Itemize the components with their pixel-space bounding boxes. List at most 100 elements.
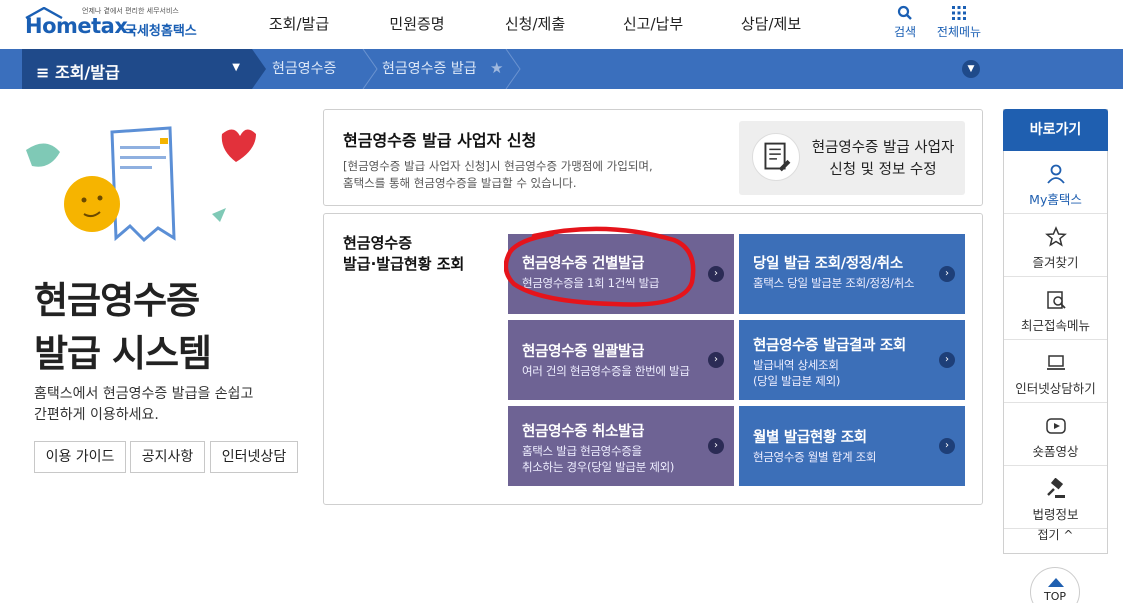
breadcrumb-separator-icon (252, 49, 266, 89)
category-dropdown[interactable]: ≡ 조회/발급 ▼ (22, 49, 252, 89)
tile-title: 현금영수증 건별발급 (522, 256, 645, 272)
category-dropdown-label: ≡ 조회/발급 (36, 63, 120, 82)
user-guide-button[interactable]: 이용 가이드 (34, 441, 126, 473)
search-icon (897, 5, 912, 20)
business-apply-desc-line2: 홈택스를 통해 현금영수증을 발급할 수 있습니다. (343, 176, 577, 190)
business-apply-action-line1: 현금영수증 발급 사업자 (811, 140, 955, 156)
quick-links-fold-button[interactable]: 접기 ^ (1004, 526, 1107, 543)
tile-desc: 홈택스 당일 발급분 조회/정정/취소 (753, 275, 914, 291)
issue-panel-title: 현금영수증 발급·발급현황 조회 (343, 233, 464, 275)
nav-item-report[interactable]: 신고/납부 (594, 0, 712, 49)
logo-sub: 국세청홈택스 (125, 24, 197, 39)
tile-issue-result[interactable]: 현금영수증 발급결과 조회 발급내역 상세조회 (당일 발급분 제외) › (739, 320, 965, 400)
business-apply-desc-line1: [현금영수증 발급 사업자 신청]시 현금영수증 가맹점에 가입되며, (343, 159, 653, 173)
nav-item-apply[interactable]: 신청/제출 (476, 0, 594, 49)
hometax-logo[interactable]: 언제나 곁에서 편리한 세무서비스 Hometax. 국세청홈택스 (22, 4, 212, 44)
chevron-right-icon: › (939, 438, 955, 454)
tile-desc: 여러 건의 현금영수증을 한번에 발급 (522, 363, 690, 379)
tile-desc-line1: 홈택스 당일 발급분 조회/정정/취소 (753, 276, 915, 290)
tile-desc: 발급내역 상세조회 (당일 발급분 제외) (753, 357, 840, 389)
chevron-right-icon: › (708, 352, 724, 368)
logo-brand: Hometax. (25, 14, 135, 38)
top-header: 언제나 곁에서 편리한 세무서비스 Hometax. 국세청홈택스 조회/발급 … (0, 0, 1123, 49)
quick-link-label: 즐겨찾기 (1032, 255, 1079, 270)
quick-link-internet-consult[interactable]: 인터넷상담하기 (1004, 340, 1107, 403)
business-apply-panel: 현금영수증 발급 사업자 신청 [현금영수증 발급 사업자 신청]시 현금영수증… (323, 109, 983, 206)
quick-link-label: 최근접속메뉴 (1020, 318, 1090, 333)
breadcrumb-item-receipt[interactable]: 현금영수증 (272, 49, 336, 89)
business-apply-title: 현금영수증 발급 사업자 신청 (343, 131, 537, 150)
quick-link-label: 숏폼영상 (1032, 444, 1079, 459)
tile-title: 월별 발급현황 조회 (753, 430, 867, 446)
chevron-right-icon: › (939, 352, 955, 368)
quick-link-label: 법령정보 (1032, 507, 1079, 522)
chevron-down-icon: ▼ (232, 62, 240, 73)
quick-link-shorts[interactable]: 숏폼영상 (1004, 403, 1107, 466)
search-button[interactable]: 검색 (877, 4, 933, 40)
tile-desc-line1: 발급내역 상세조회 (753, 358, 839, 372)
quick-link-law-info[interactable]: 법령정보 (1004, 466, 1107, 529)
page-title: 현금영수증 발급 시스템 (34, 274, 212, 380)
expand-circle-icon[interactable]: ▼ (962, 60, 980, 78)
page-title-line2: 발급 시스템 (34, 332, 212, 375)
issue-panel-title-line1: 현금영수증 (343, 234, 413, 252)
tile-desc: 홈택스 발급 현금영수증을 취소하는 경우(당일 발급분 제외) (522, 443, 674, 475)
scroll-top-button[interactable]: TOP (1030, 567, 1080, 603)
quick-links-header: 바로가기 (1003, 109, 1108, 151)
nav-item-certificate[interactable]: 민원증명 (358, 0, 476, 49)
tile-title: 현금영수증 취소발급 (522, 424, 645, 440)
page-description: 홈택스에서 현금영수증 발급을 손쉽고 간편하게 이용하세요. (34, 384, 253, 426)
tile-desc: 현금영수증 월별 합계 조회 (753, 449, 876, 465)
tile-desc-line2: (당일 발급분 제외) (753, 374, 841, 388)
internet-consult-button[interactable]: 인터넷상담 (210, 441, 298, 473)
tile-title: 당일 발급 조회/정정/취소 (753, 256, 903, 272)
quick-link-label: My홈택스 (1029, 192, 1082, 207)
nav-item-consult[interactable]: 상담/제보 (712, 0, 830, 49)
scroll-top-label: TOP (1043, 590, 1066, 603)
breadcrumb-separator-icon (505, 49, 521, 89)
business-apply-action-line2: 신청 및 정보 수정 (829, 162, 937, 178)
breadcrumb-bar: ≡ 조회/발급 ▼ 현금영수증 현금영수증 발급 ★ ▼ (0, 49, 1123, 89)
tile-monthly-status[interactable]: 월별 발급현황 조회 현금영수증 월별 합계 조회 › (739, 406, 965, 486)
tile-desc-line2: 취소하는 경우(당일 발급분 제외) (522, 460, 675, 474)
quick-link-recent-menu[interactable]: 최근접속메뉴 (1004, 277, 1107, 340)
tile-desc: 현금영수증을 1회 1건씩 발급 (522, 275, 659, 291)
breadcrumb-separator-icon (362, 49, 378, 89)
all-menu-label: 전체메뉴 (936, 25, 982, 39)
tile-desc-line1: 홈택스 발급 현금영수증을 (522, 444, 642, 458)
all-menu-button[interactable]: 전체메뉴 (931, 4, 987, 40)
breadcrumb-item-issue[interactable]: 현금영수증 발급 (382, 49, 477, 89)
tile-desc-line1: 여러 건의 현금영수증을 한번에 발급 (522, 364, 690, 378)
tile-single-issue[interactable]: 현금영수증 건별발급 현금영수증을 1회 1건씩 발급 › (508, 234, 734, 314)
quick-links-panel: 바로가기 My홈택스 즐겨찾기 최근접속메뉴 인터넷상담하기 숏폼영상 법령정보… (1003, 109, 1108, 554)
tile-desc-line1: 현금영수증 월별 합계 조회 (753, 450, 877, 464)
page-description-line1: 홈택스에서 현금영수증 발급을 손쉽고 (34, 386, 254, 402)
tile-today-inquiry[interactable]: 당일 발급 조회/정정/취소 홈택스 당일 발급분 조회/정정/취소 › (739, 234, 965, 314)
laptop-icon (1047, 355, 1065, 370)
business-apply-description: [현금영수증 발급 사업자 신청]시 현금영수증 가맹점에 가입되며, 홈택스를… (343, 158, 653, 192)
document-edit-icon (752, 133, 800, 181)
main-nav: 조회/발급 민원증명 신청/제출 신고/납부 상담/제보 (240, 0, 830, 49)
tile-title: 현금영수증 일괄발급 (522, 344, 645, 360)
quick-link-favorites[interactable]: 즐겨찾기 (1004, 214, 1107, 277)
chevron-right-icon: › (708, 266, 724, 282)
issue-panel: 현금영수증 발급·발급현황 조회 현금영수증 건별발급 현금영수증을 1회 1건… (323, 213, 983, 505)
tile-desc-line1: 현금영수증을 1회 1건씩 발급 (522, 276, 660, 290)
play-video-icon (1046, 418, 1066, 434)
page-description-line2: 간편하게 이용하세요. (34, 407, 159, 423)
search-label: 검색 (893, 25, 917, 39)
arrow-up-icon (1048, 578, 1064, 587)
issue-panel-title-line2: 발급·발급현황 조회 (343, 255, 465, 273)
tile-bulk-issue[interactable]: 현금영수증 일괄발급 여러 건의 현금영수증을 한번에 발급 › (508, 320, 734, 400)
tile-cancel-issue[interactable]: 현금영수증 취소발급 홈택스 발급 현금영수증을 취소하는 경우(당일 발급분 … (508, 406, 734, 486)
recent-search-icon (1047, 291, 1066, 309)
quick-link-my-hometax[interactable]: My홈택스 (1004, 151, 1107, 214)
nav-item-inquiry[interactable]: 조회/발급 (240, 0, 358, 49)
business-apply-button-label: 현금영수증 발급 사업자 신청 및 정보 수정 (803, 137, 963, 181)
page-title-line1: 현금영수증 (34, 279, 200, 322)
business-apply-button[interactable]: 현금영수증 발급 사업자 신청 및 정보 수정 (739, 121, 965, 195)
quick-link-label: 인터넷상담하기 (1015, 381, 1096, 396)
notice-button[interactable]: 공지사항 (130, 441, 205, 473)
chevron-right-icon: › (708, 438, 724, 454)
favorite-star-icon[interactable]: ★ (490, 59, 503, 77)
